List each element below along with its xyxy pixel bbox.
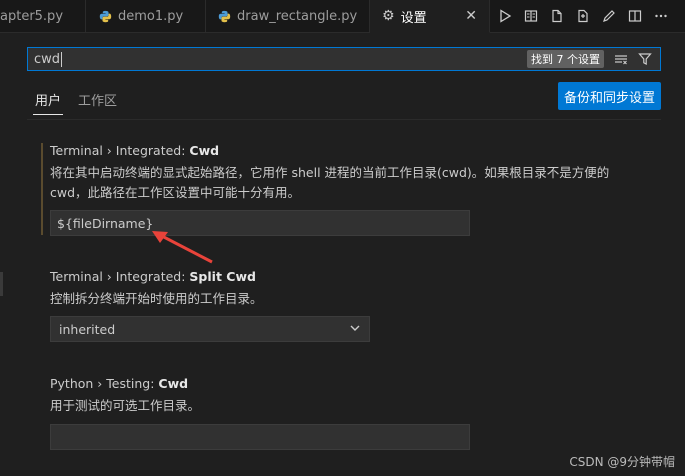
python-icon [218,10,231,24]
split-editor-icon[interactable] [626,7,644,25]
tab-draw-rectangle[interactable]: draw_rectangle.py [206,0,370,33]
tab-label: draw_rectangle.py [237,9,358,24]
settings-scope-tabs: 用户 工作区 备份和同步设置 [27,82,661,120]
setting-terminal-split-cwd: Terminal › Integrated: Split Cwd 控制拆分终端开… [50,269,662,342]
results-count-badge: 找到 7 个设置 [527,50,604,68]
tab-label: demo1.py [118,9,184,24]
setting-title: Python › Testing: Cwd [50,376,189,391]
tab-label: apter5.py [0,9,64,24]
python-testing-cwd-input[interactable] [50,424,470,450]
setting-python-testing-cwd: Python › Testing: Cwd 用于测试的可选工作目录。 [50,376,662,450]
tab-label: 设置 [400,10,427,26]
new-file-icon[interactable] [548,7,566,25]
select-value: inherited [59,321,116,337]
settings-search[interactable]: cwd 找到 7 个设置 [27,47,661,71]
setting-terminal-cwd: Terminal › Integrated: Cwd 将在其中启动终端的显式起始… [41,143,662,236]
annotation-arrow [152,231,213,264]
run-icon[interactable] [496,7,514,25]
clear-filter-icon[interactable] [612,50,630,68]
pen-icon[interactable] [600,7,618,25]
watermark: CSDN @9分钟带帽 [569,455,675,469]
editor-actions [490,0,670,32]
tab-chapter5[interactable]: apter5.py [0,0,86,33]
compare-icon[interactable] [574,7,592,25]
split-cwd-select[interactable]: inherited [50,316,370,342]
python-icon [98,10,112,24]
open-preview-icon[interactable] [522,7,540,25]
tab-workspace[interactable]: 工作区 [78,90,117,109]
more-icon[interactable] [652,7,670,25]
left-edge-marker [0,272,3,296]
backup-sync-button[interactable]: 备份和同步设置 [557,82,661,110]
search-input[interactable]: cwd [28,51,527,67]
setting-title: Terminal › Integrated: Split Cwd [50,269,256,284]
filter-icon[interactable] [636,50,654,68]
tab-settings[interactable]: ⚙ 设置 ✕ [370,0,490,33]
setting-description: 用于测试的可选工作目录。 [50,398,201,413]
tab-user[interactable]: 用户 [32,90,64,115]
setting-description: 将在其中启动终端的显式起始路径，它用作 shell 进程的当前工作目录(cwd)… [50,165,610,200]
modified-indicator [41,143,43,235]
editor-tab-bar: apter5.py demo1.py draw_rectangle.py ⚙ 设… [0,0,685,33]
close-icon[interactable]: ✕ [465,8,477,24]
cwd-input[interactable]: ${fileDirname} [50,210,470,236]
setting-title: Terminal › Integrated: Cwd [50,143,220,158]
gear-icon: ⚙ [382,8,395,24]
tab-demo1[interactable]: demo1.py [86,0,206,33]
chevron-down-icon [349,322,361,337]
setting-description: 控制拆分终端开始时使用的工作目录。 [50,291,263,306]
